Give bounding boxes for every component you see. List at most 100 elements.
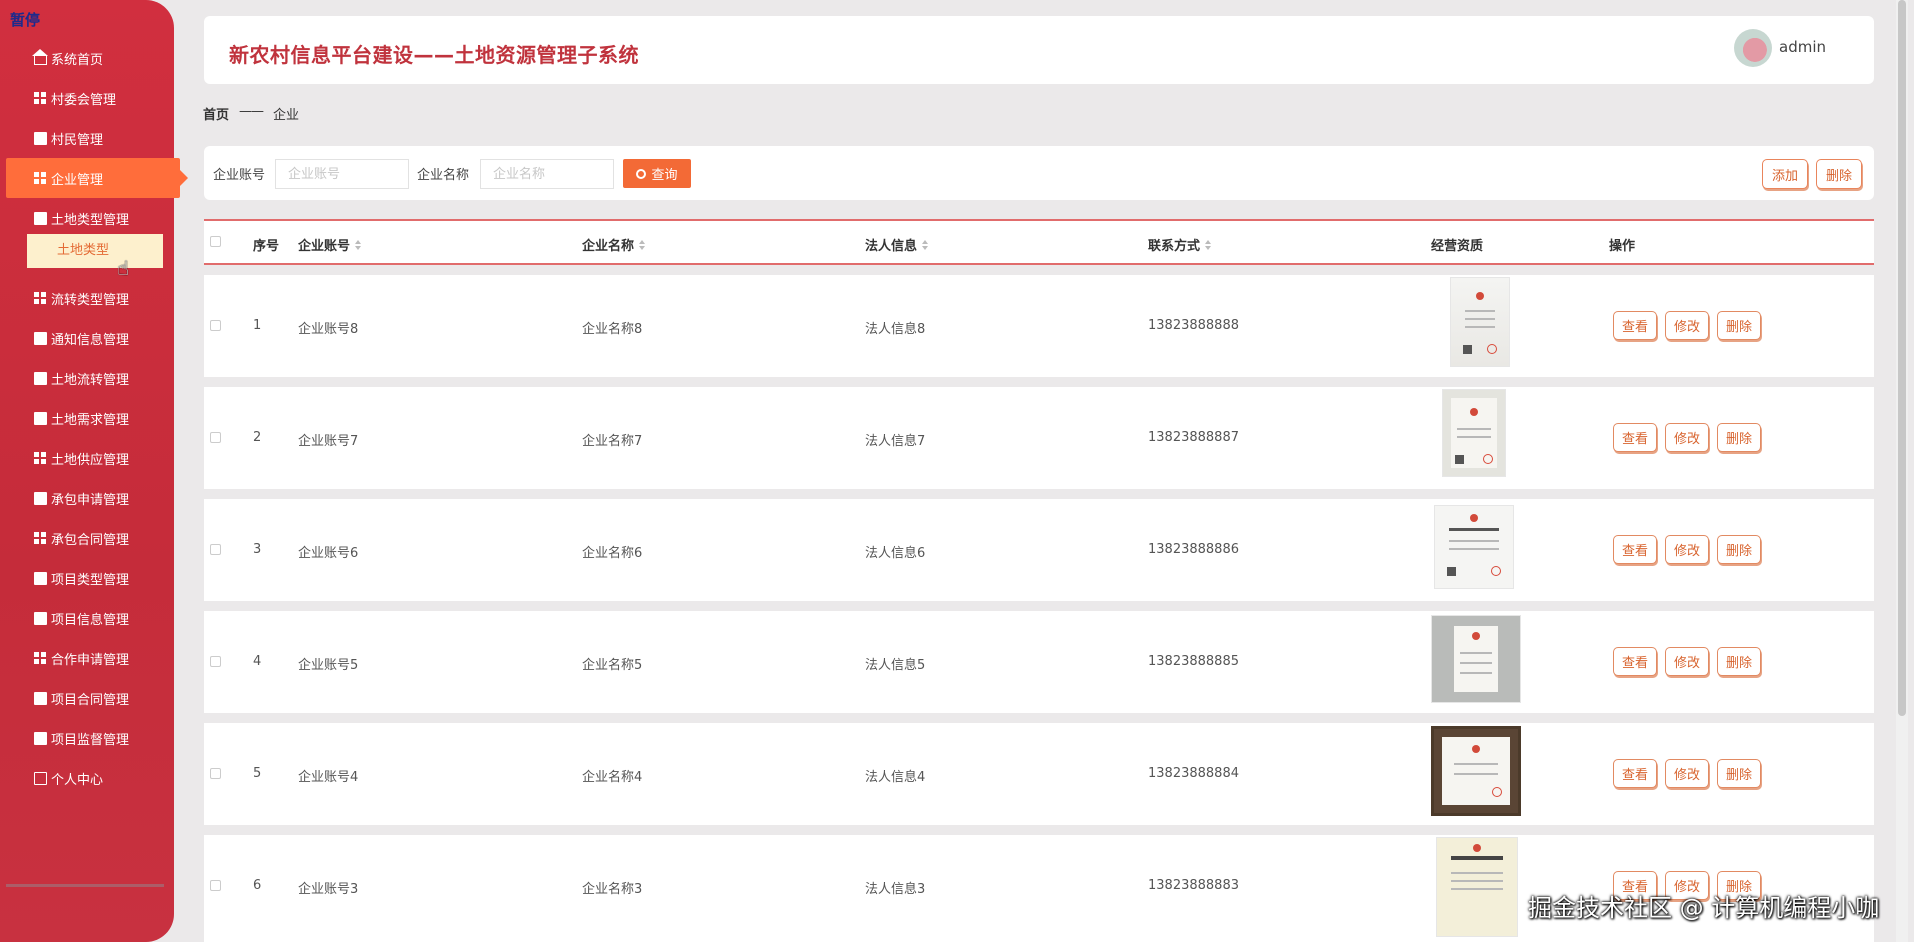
sidebar-item-notice[interactable]: 通知信息管理 <box>0 318 174 358</box>
row-legal: 法人信息4 <box>865 770 926 785</box>
add-button[interactable]: 添加 <box>1762 159 1808 189</box>
sidebar-item-village-committee[interactable]: 村委会管理 <box>0 78 174 118</box>
row-contact: 13823888887 <box>1148 430 1239 445</box>
edit-button[interactable]: 修改 <box>1665 647 1709 676</box>
sidebar-item-label: 项目信息管理 <box>51 612 130 628</box>
sidebar-item-transfer-type[interactable]: 流转类型管理 <box>0 278 174 318</box>
sidebar-item-label: 村委会管理 <box>51 92 117 108</box>
sidebar-item-label: 流转类型管理 <box>51 292 130 308</box>
row-actions: 查看 修改 删除 <box>1613 759 1761 788</box>
sidebar-item-project-info[interactable]: 项目信息管理 <box>0 598 174 638</box>
row-checkbox[interactable] <box>210 320 221 331</box>
page-scrollbar[interactable] <box>1896 0 1908 942</box>
license-image[interactable] <box>1436 837 1518 937</box>
clipboard-icon <box>34 571 47 585</box>
row-contact: 13823888883 <box>1148 878 1239 893</box>
license-image[interactable] <box>1450 277 1510 367</box>
sidebar-item-enterprise[interactable]: 企业管理 <box>6 158 188 198</box>
sidebar-item-land-supply[interactable]: 土地供应管理 <box>0 438 174 478</box>
delete-button[interactable]: 删除 <box>1717 535 1761 564</box>
query-button[interactable]: 查询 <box>623 159 691 188</box>
username[interactable]: admin <box>1779 38 1826 56</box>
view-button[interactable]: 查看 <box>1613 423 1657 452</box>
comment-icon <box>34 491 47 505</box>
edit-button[interactable]: 修改 <box>1665 759 1709 788</box>
row-name: 企业名称5 <box>582 658 643 673</box>
grid-icon <box>34 451 47 465</box>
grid-icon <box>34 291 47 305</box>
license-image[interactable] <box>1434 505 1514 589</box>
sidebar-item-contract-application[interactable]: 承包申请管理 <box>0 478 174 518</box>
delete-selected-button[interactable]: 删除 <box>1816 159 1862 189</box>
breadcrumb-home[interactable]: 首页 <box>203 104 229 123</box>
sidebar-item-label: 村民管理 <box>51 132 104 148</box>
row-index: 3 <box>253 542 262 557</box>
sort-icon[interactable] <box>1205 239 1212 250</box>
col-index: 序号 <box>253 235 279 254</box>
sidebar-item-label: 项目类型管理 <box>51 572 130 588</box>
sidebar-item-project-supervision[interactable]: 项目监督管理 <box>0 718 174 758</box>
sidebar-item-project-type[interactable]: 项目类型管理 <box>0 558 174 598</box>
avatar[interactable] <box>1734 29 1772 67</box>
select-all-checkbox[interactable] <box>210 236 221 247</box>
table-header: 序号 企业账号 企业名称 法人信息 联系方式 经营资质 操作 <box>204 219 1874 265</box>
row-name: 企业名称7 <box>582 434 643 449</box>
col-actions: 操作 <box>1609 235 1635 254</box>
row-checkbox[interactable] <box>210 544 221 555</box>
sort-icon[interactable] <box>922 239 929 250</box>
col-account[interactable]: 企业账号 <box>298 235 362 254</box>
sidebar-item-profile[interactable]: 个人中心 <box>0 758 174 798</box>
delete-button[interactable]: 删除 <box>1717 311 1761 340</box>
table-row: 2 企业账号7 企业名称7 法人信息7 13823888887 查看 修改 删除 <box>204 387 1874 489</box>
sidebar-subitem-land-type[interactable]: 土地类型 <box>27 234 163 268</box>
name-search-input[interactable] <box>480 159 614 189</box>
row-checkbox[interactable] <box>210 880 221 891</box>
col-legal[interactable]: 法人信息 <box>865 235 929 254</box>
row-actions: 查看 修改 删除 <box>1613 423 1761 452</box>
view-button[interactable]: 查看 <box>1613 311 1657 340</box>
row-contact: 13823888885 <box>1148 654 1239 669</box>
sidebar-item-cooperation[interactable]: 合作申请管理 <box>0 638 174 678</box>
account-search-input[interactable] <box>275 159 409 189</box>
sidebar-item-label: 通知信息管理 <box>51 332 130 348</box>
sidebar-scrollbar[interactable] <box>6 884 164 887</box>
sidebar-item-contract[interactable]: 承包合同管理 <box>0 518 174 558</box>
sidebar-item-label: 系统首页 <box>51 52 104 68</box>
col-name[interactable]: 企业名称 <box>582 235 646 254</box>
edit-button[interactable]: 修改 <box>1665 311 1709 340</box>
license-image[interactable] <box>1431 726 1521 816</box>
scrollbar-thumb[interactable] <box>1898 0 1906 716</box>
sort-icon[interactable] <box>355 239 362 250</box>
view-button[interactable]: 查看 <box>1613 647 1657 676</box>
sidebar-item-home[interactable]: 系统首页 <box>0 38 174 78</box>
delete-button[interactable]: 删除 <box>1717 647 1761 676</box>
row-name: 企业名称6 <box>582 546 643 561</box>
sort-icon[interactable] <box>639 239 646 250</box>
view-button[interactable]: 查看 <box>1613 759 1657 788</box>
row-legal: 法人信息6 <box>865 546 926 561</box>
col-contact[interactable]: 联系方式 <box>1148 235 1212 254</box>
monitor-icon <box>34 611 47 625</box>
delete-button[interactable]: 删除 <box>1717 423 1761 452</box>
row-checkbox[interactable] <box>210 656 221 667</box>
row-checkbox[interactable] <box>210 768 221 779</box>
edit-button[interactable]: 修改 <box>1665 423 1709 452</box>
breadcrumb-separator: —— <box>239 104 264 119</box>
row-checkbox[interactable] <box>210 432 221 443</box>
view-button[interactable]: 查看 <box>1613 535 1657 564</box>
row-legal: 法人信息7 <box>865 434 926 449</box>
row-account: 企业账号5 <box>298 658 359 673</box>
license-image[interactable] <box>1431 615 1521 703</box>
search-bar: 企业账号 企业名称 查询 添加 删除 <box>204 146 1874 200</box>
sidebar-item-villagers[interactable]: 村民管理 <box>0 118 174 158</box>
sidebar-item-land-transfer[interactable]: 土地流转管理 <box>0 358 174 398</box>
sidebar-item-land-type[interactable]: 土地类型管理 <box>0 198 174 238</box>
sidebar-item-land-demand[interactable]: 土地需求管理 <box>0 398 174 438</box>
row-name: 企业名称4 <box>582 770 643 785</box>
edit-button[interactable]: 修改 <box>1665 535 1709 564</box>
delete-button[interactable]: 删除 <box>1717 759 1761 788</box>
sidebar-item-project-contract[interactable]: 项目合同管理 <box>0 678 174 718</box>
col-name-label: 企业名称 <box>582 239 635 254</box>
row-name: 企业名称8 <box>582 322 643 337</box>
license-image[interactable] <box>1442 389 1506 477</box>
